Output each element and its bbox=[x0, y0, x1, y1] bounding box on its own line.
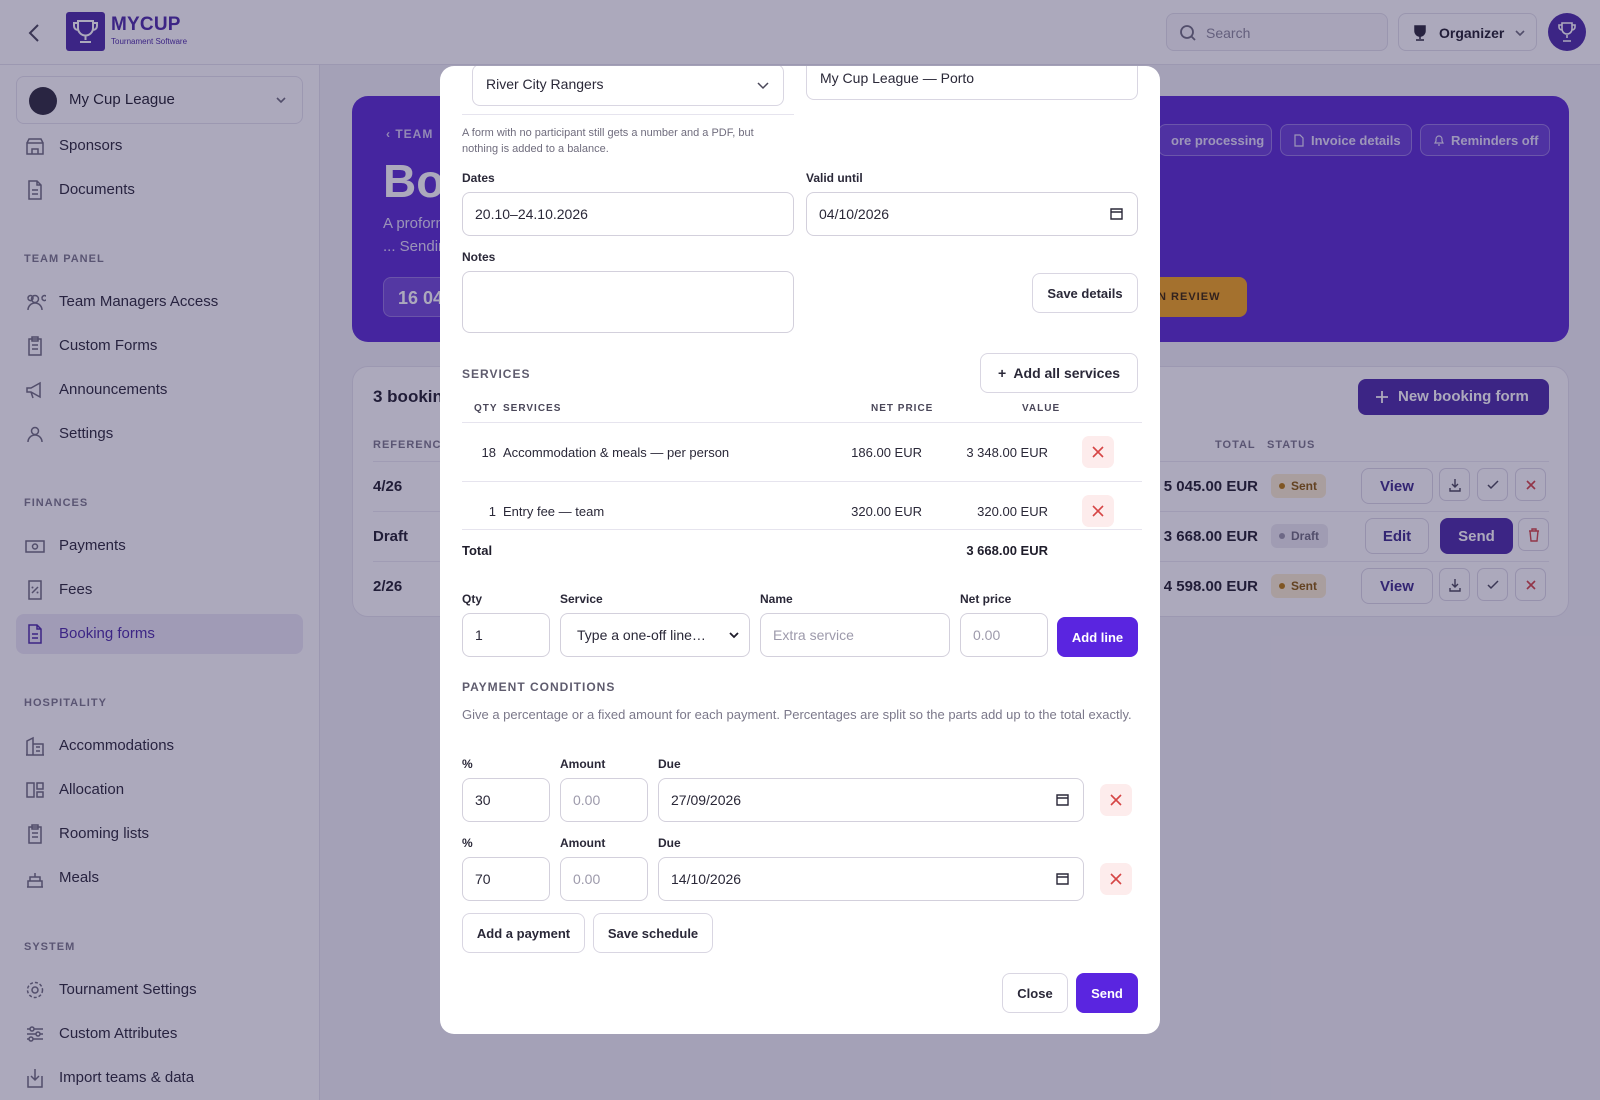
chevron-down-icon bbox=[757, 82, 769, 90]
percent-field[interactable]: 70 bbox=[462, 857, 550, 901]
due-date-field[interactable]: 27/09/2026 bbox=[658, 778, 1084, 822]
amount-label: Amount bbox=[560, 836, 606, 850]
due-label: Due bbox=[658, 836, 681, 850]
payment-hint: Give a percentage or a fixed amount for … bbox=[462, 707, 1132, 722]
remove-payment-button[interactable] bbox=[1100, 784, 1132, 816]
payment-conditions-heading: PAYMENT CONDITIONS bbox=[462, 680, 616, 694]
name-label: Name bbox=[760, 592, 793, 606]
qty-label: Qty bbox=[462, 592, 483, 606]
services-header-net: NET PRICE bbox=[871, 403, 934, 414]
chevron-down-icon bbox=[729, 632, 739, 639]
calendar-icon bbox=[1056, 794, 1069, 806]
services-heading: SERVICES bbox=[462, 367, 531, 381]
due-label: Due bbox=[658, 757, 681, 771]
total-label: Total bbox=[462, 543, 493, 558]
calendar-icon bbox=[1110, 208, 1123, 220]
notes-label: Notes bbox=[462, 250, 496, 264]
add-all-services-button[interactable]: + Add all services bbox=[980, 353, 1138, 393]
notes-textarea[interactable] bbox=[462, 271, 794, 333]
service-row: 18 Accommodation & meals — per person 18… bbox=[462, 422, 1142, 480]
remove-payment-button[interactable] bbox=[1100, 863, 1132, 895]
services-total-row: Total 3 668.00 EUR bbox=[462, 529, 1142, 569]
close-icon bbox=[1110, 873, 1122, 885]
event-field[interactable]: My Cup League — Porto bbox=[806, 66, 1138, 100]
valid-until-label: Valid until bbox=[806, 171, 863, 185]
name-field[interactable]: Extra service bbox=[760, 613, 950, 657]
net-price-field[interactable]: 0.00 bbox=[960, 613, 1048, 657]
team-select[interactable]: River City Rangers bbox=[472, 66, 784, 106]
amount-field[interactable]: 0.00 bbox=[560, 778, 648, 822]
calendar-icon bbox=[1056, 873, 1069, 885]
close-icon bbox=[1110, 794, 1122, 806]
save-schedule-button[interactable]: Save schedule bbox=[593, 913, 713, 953]
add-line-button[interactable]: Add line bbox=[1057, 617, 1138, 657]
service-value: 320.00 EUR bbox=[977, 504, 1048, 519]
service-select[interactable]: Type a one-off line… bbox=[560, 613, 750, 657]
dates-field[interactable]: 20.10–24.10.2026 bbox=[462, 192, 794, 236]
percent-label: % bbox=[462, 836, 473, 850]
service-name: Entry fee — team bbox=[503, 504, 605, 519]
service-qty: 1 bbox=[488, 504, 496, 519]
participant-hint: A form with no participant still gets a … bbox=[462, 127, 754, 155]
close-icon bbox=[1092, 505, 1104, 517]
remove-line-button[interactable] bbox=[1082, 495, 1114, 527]
service-net-price: 320.00 EUR bbox=[851, 504, 922, 519]
close-button[interactable]: Close bbox=[1002, 973, 1068, 1013]
services-header-service: SERVICES bbox=[503, 403, 562, 414]
service-qty: 18 bbox=[481, 445, 496, 460]
amount-field[interactable]: 0.00 bbox=[560, 857, 648, 901]
add-payment-button[interactable]: Add a payment bbox=[462, 913, 585, 953]
save-details-button[interactable]: Save details bbox=[1032, 273, 1138, 313]
net-price-label: Net price bbox=[960, 592, 1012, 606]
percent-label: % bbox=[462, 757, 473, 771]
close-icon bbox=[1092, 446, 1104, 458]
service-value: 3 348.00 EUR bbox=[966, 445, 1048, 460]
booking-form-dialog: River City Rangers My Cup League — Porto… bbox=[440, 66, 1160, 1034]
valid-until-field[interactable]: 04/10/2026 bbox=[806, 192, 1138, 236]
remove-line-button[interactable] bbox=[1082, 436, 1114, 468]
service-label: Service bbox=[560, 592, 603, 606]
send-button[interactable]: Send bbox=[1076, 973, 1138, 1013]
amount-label: Amount bbox=[560, 757, 606, 771]
divider bbox=[462, 114, 794, 115]
services-header-qty: QTY bbox=[474, 403, 498, 414]
service-net-price: 186.00 EUR bbox=[851, 445, 922, 460]
services-header-value: VALUE bbox=[1022, 403, 1061, 414]
service-name: Accommodation & meals — per person bbox=[503, 445, 730, 460]
due-date-field[interactable]: 14/10/2026 bbox=[658, 857, 1084, 901]
total-value: 3 668.00 EUR bbox=[966, 543, 1048, 558]
dates-label: Dates bbox=[462, 171, 495, 185]
qty-field[interactable]: 1 bbox=[462, 613, 550, 657]
percent-field[interactable]: 30 bbox=[462, 778, 550, 822]
